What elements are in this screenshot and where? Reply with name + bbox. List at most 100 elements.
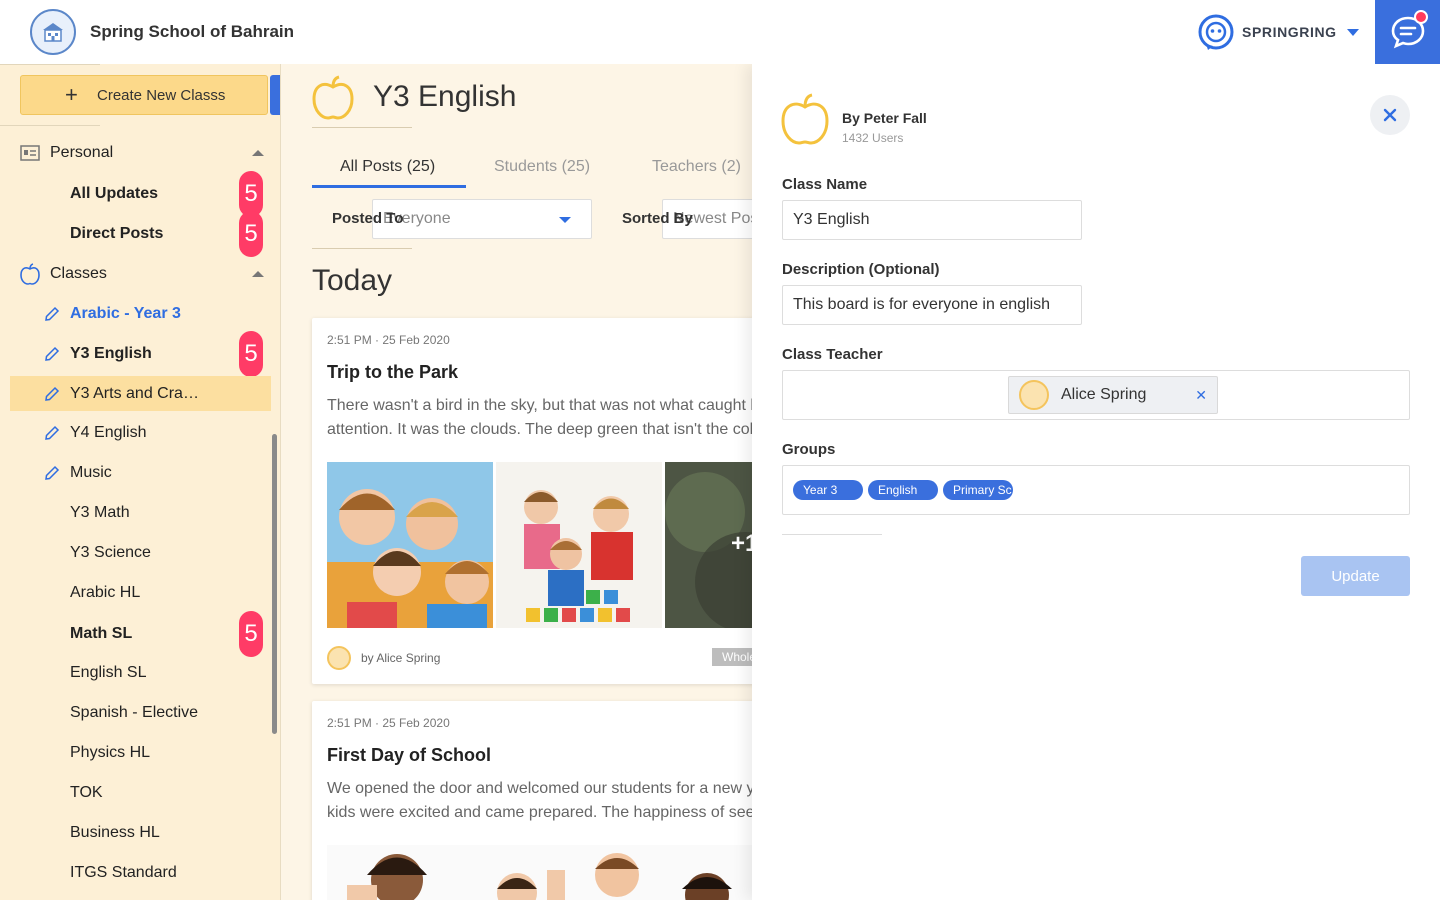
pencil-icon[interactable] xyxy=(42,384,62,404)
divider xyxy=(312,127,412,128)
post-photo-more[interactable]: +1 xyxy=(665,462,752,628)
group-chip[interactable]: Year 3 xyxy=(793,480,863,500)
class-teacher-field[interactable]: Alice Spring ✕ xyxy=(782,370,1410,420)
group-chip[interactable]: English xyxy=(868,480,938,500)
description-label: Description (Optional) xyxy=(782,261,940,278)
audience-tag: Whole xyxy=(712,648,752,666)
avatar xyxy=(1019,380,1049,410)
chevron-down-icon xyxy=(559,217,571,223)
apple-icon xyxy=(20,263,40,285)
remove-teacher-icon[interactable]: ✕ xyxy=(1195,387,1207,404)
sidebar-class-english-sl[interactable]: English SL xyxy=(0,655,280,691)
divider xyxy=(312,248,412,249)
edit-class-panel: By Peter Fall 1432 Users Class Name Y3 E… xyxy=(752,64,1440,900)
post-photo[interactable] xyxy=(327,845,752,900)
pencil-icon[interactable] xyxy=(42,344,62,364)
sidebar-class-tok[interactable]: TOK xyxy=(0,775,280,811)
brand-menu[interactable]: SPRINGRING xyxy=(1196,12,1359,52)
post-card[interactable]: 2:51 PM · 25 Feb 2020 Trip to the Park T… xyxy=(312,318,752,684)
section-heading-today: Today xyxy=(312,264,393,297)
class-user-count: 1432 Users xyxy=(842,131,904,145)
post-title[interactable]: First Day of School xyxy=(327,745,491,766)
sidebar-scrollbar[interactable] xyxy=(272,434,277,734)
divider xyxy=(782,534,882,535)
more-photos-count: +1 xyxy=(731,530,752,557)
sidebar-class-arabic-hl[interactable]: Arabic HL xyxy=(0,575,280,611)
chevron-up-icon[interactable] xyxy=(252,271,264,277)
sidebar-section-classes[interactable]: Classes xyxy=(0,256,280,292)
teacher-chip[interactable]: Alice Spring ✕ xyxy=(1008,376,1218,414)
post-author[interactable]: by Alice Spring xyxy=(327,646,440,670)
description-input[interactable]: This board is for everyone in english xyxy=(782,285,1082,325)
pencil-icon[interactable] xyxy=(42,423,62,443)
school-logo[interactable] xyxy=(30,9,76,55)
groups-label: Groups xyxy=(782,441,836,458)
post-timestamp: 2:51 PM · 25 Feb 2020 xyxy=(327,716,450,730)
sidebar-class-arabic-year-3[interactable]: Arabic - Year 3 xyxy=(0,296,280,332)
brand-name: SPRINGRING xyxy=(1242,24,1337,40)
sorted-by-label: Sorted By xyxy=(622,210,693,227)
sidebar-item-direct-posts[interactable]: Direct Posts 5 xyxy=(0,211,280,257)
post-timestamp: 2:51 PM · 25 Feb 2020 xyxy=(327,333,450,347)
springring-logo-icon xyxy=(1198,14,1234,50)
group-chip[interactable]: Primary Sc xyxy=(943,480,1013,500)
school-name: Spring School of Bahrain xyxy=(90,22,295,41)
sidebar-section-personal[interactable]: Personal xyxy=(0,135,280,171)
sidebar-class-music[interactable]: Music xyxy=(0,455,280,491)
chevron-up-icon[interactable] xyxy=(252,150,264,156)
close-panel-button[interactable] xyxy=(1370,95,1410,135)
update-button[interactable]: Update xyxy=(1301,556,1410,596)
posted-to-label: Posted To xyxy=(332,210,404,227)
sidebar-class-itgs[interactable]: ITGS Standard xyxy=(0,855,280,891)
class-teacher-label: Class Teacher xyxy=(782,346,883,363)
divider xyxy=(0,125,100,126)
divider xyxy=(0,64,100,65)
unread-badge: 5 xyxy=(239,211,263,257)
id-card-icon xyxy=(20,143,40,163)
page-title: Y3 English xyxy=(373,80,517,113)
groups-field[interactable]: Year 3 English Primary Sc xyxy=(782,465,1410,515)
sidebar-class-math-sl[interactable]: Math SL 5 xyxy=(0,611,280,657)
active-tab-indicator xyxy=(312,185,466,188)
class-name-label: Class Name xyxy=(782,176,868,193)
sidebar-class-y3-arts[interactable]: Y3 Arts and Cra… xyxy=(10,376,271,411)
class-name-input[interactable]: Y3 English xyxy=(782,200,1082,240)
tab-students[interactable]: Students (25) xyxy=(494,158,590,176)
plus-icon: + xyxy=(65,82,78,107)
pencil-icon[interactable] xyxy=(42,304,62,324)
sidebar-class-y4-english[interactable]: Y4 English xyxy=(0,415,280,451)
unread-badge: 5 xyxy=(239,611,263,657)
apple-icon xyxy=(780,92,830,151)
tab-all-posts[interactable]: All Posts (25) xyxy=(340,158,435,176)
chat-button[interactable] xyxy=(1375,0,1440,64)
sidebar-class-y3-english[interactable]: Y3 English 5 xyxy=(0,331,280,377)
sidebar-toggle-tab[interactable] xyxy=(270,75,280,115)
post-photo[interactable] xyxy=(496,462,662,628)
post-title[interactable]: Trip to the Park xyxy=(327,362,458,383)
create-class-button[interactable]: + Create New Classs xyxy=(20,75,268,115)
tab-teachers[interactable]: Teachers (2) xyxy=(652,158,741,176)
sidebar-class-spanish[interactable]: Spanish - Elective xyxy=(0,695,280,731)
pencil-icon[interactable] xyxy=(42,463,62,483)
sidebar-class-business-hl[interactable]: Business HL xyxy=(0,815,280,851)
school-building-icon xyxy=(43,23,63,42)
sidebar-class-y3-math[interactable]: Y3 Math xyxy=(0,495,280,531)
posted-to-select[interactable]: Everyone xyxy=(372,199,592,239)
chevron-down-icon[interactable] xyxy=(1346,28,1359,36)
top-header: Spring School of Bahrain SPRINGRING xyxy=(0,0,1440,64)
notification-dot xyxy=(1414,10,1428,24)
close-icon xyxy=(1383,108,1397,122)
sidebar-class-physics-hl[interactable]: Physics HL xyxy=(0,735,280,771)
main-content: Y3 English All Posts (25) Students (25) … xyxy=(281,64,752,900)
sidebar-class-y3-science[interactable]: Y3 Science xyxy=(0,535,280,571)
avatar xyxy=(327,646,351,670)
post-photo[interactable] xyxy=(327,462,493,628)
sidebar: + Create New Classs Personal All Updates… xyxy=(0,64,281,900)
class-owner: By Peter Fall xyxy=(842,110,927,126)
apple-icon xyxy=(311,74,355,125)
sidebar-item-all-updates[interactable]: All Updates 5 xyxy=(0,171,280,217)
post-excerpt: There wasn't a bird in the sky, but that… xyxy=(327,397,752,438)
post-excerpt: We opened the door and welcomed our stud… xyxy=(327,780,752,821)
post-card[interactable]: 2:51 PM · 25 Feb 2020 First Day of Schoo… xyxy=(312,701,752,900)
unread-badge: 5 xyxy=(239,331,263,377)
